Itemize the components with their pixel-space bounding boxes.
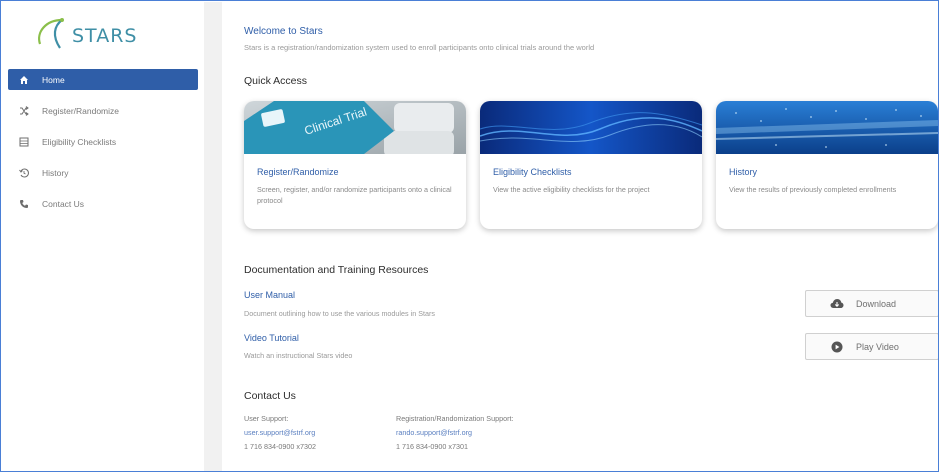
- card-description: View the active eligibility checklists f…: [493, 185, 650, 194]
- logo-swoosh-icon: [38, 18, 64, 49]
- home-icon: [18, 74, 30, 86]
- registration-support-email-link[interactable]: rando.support@fstrf.org: [396, 426, 513, 440]
- sidebar-item-contact-us[interactable]: Contact Us: [8, 193, 198, 214]
- shuffle-icon: [18, 105, 30, 117]
- download-button[interactable]: Download: [805, 290, 938, 317]
- sidebar-item-label: Home: [42, 74, 65, 85]
- user-support-email-link[interactable]: user.support@fstrf.org: [244, 426, 316, 440]
- user-support-block: User Support: user.support@fstrf.org 1 7…: [244, 412, 316, 454]
- sidebar-item-eligibility-checklists[interactable]: Eligibility Checklists: [8, 131, 198, 152]
- page-title: Welcome to Stars: [244, 26, 323, 37]
- card-description: View the results of previously completed…: [729, 185, 897, 194]
- list-icon: [18, 136, 30, 148]
- sidebar-item-label: Register/Randomize: [42, 105, 120, 116]
- history-card[interactable]: History View the results of previously c…: [716, 101, 938, 229]
- documentation-heading: Documentation and Training Resources: [244, 264, 429, 276]
- quick-access-heading: Quick Access: [244, 75, 308, 87]
- card-description: Screen, register, and/or randomize parti…: [257, 185, 452, 205]
- play-video-button-label: Play Video: [856, 341, 899, 352]
- digital-particles-image: [716, 101, 938, 154]
- sidebar-item-register-randomize[interactable]: Register/Randomize: [8, 100, 198, 121]
- contact-heading: Contact Us: [244, 390, 296, 402]
- history-icon: [18, 167, 30, 179]
- sidebar-item-label: History: [42, 167, 69, 178]
- sidebar-item-home[interactable]: Home: [8, 69, 198, 90]
- logo-text: STARS: [72, 25, 138, 47]
- registration-support-label: Registration/Randomization Support:: [396, 414, 514, 423]
- blue-data-waves-image: [480, 101, 702, 154]
- page-subtitle: Stars is a registration/randomization sy…: [244, 43, 595, 52]
- cloud-download-icon: [830, 297, 844, 311]
- eligibility-checklists-card[interactable]: Eligibility Checklists View the active e…: [480, 101, 702, 229]
- card-title[interactable]: Register/Randomize: [257, 167, 339, 177]
- app-frame: STARS Home Register/Randomize Eligibilit…: [0, 0, 939, 472]
- play-circle-icon: [830, 340, 844, 354]
- sidebar-item-label: Contact Us: [42, 198, 85, 209]
- card-title[interactable]: Eligibility Checklists: [493, 167, 572, 177]
- phone-icon: [18, 198, 30, 210]
- user-manual-link[interactable]: User Manual: [244, 290, 295, 300]
- sidebar-nav: Home Register/Randomize Eligibility Chec…: [8, 69, 198, 224]
- download-button-label: Download: [856, 298, 897, 309]
- sidebar-item-label: Eligibility Checklists: [42, 136, 117, 147]
- registration-support-block: Registration/Randomization Support: rand…: [396, 412, 513, 454]
- register-randomize-card[interactable]: Clinical Trial Register/Randomize Screen…: [244, 101, 466, 229]
- stars-logo[interactable]: STARS: [32, 14, 162, 54]
- quick-access-cards: Clinical Trial Register/Randomize Screen…: [244, 101, 938, 231]
- main-content: Welcome to Stars Stars is a registration…: [222, 2, 938, 471]
- clinical-trial-keyboard-image: Clinical Trial: [244, 101, 466, 157]
- video-tutorial-description: Watch an instructional Stars video: [244, 351, 353, 360]
- play-video-button[interactable]: Play Video: [805, 333, 938, 360]
- card-title[interactable]: History: [729, 167, 757, 177]
- sidebar-divider: [204, 2, 222, 471]
- user-manual-description: Document outlining how to use the variou…: [244, 309, 435, 318]
- sidebar: STARS Home Register/Randomize Eligibilit…: [2, 2, 204, 471]
- sidebar-item-history[interactable]: History: [8, 162, 198, 183]
- user-support-phone: 1 716 834-0900 x7302: [244, 442, 316, 451]
- user-support-label: User Support:: [244, 414, 289, 423]
- registration-support-phone: 1 716 834-0900 x7301: [396, 442, 468, 451]
- video-tutorial-link[interactable]: Video Tutorial: [244, 333, 299, 343]
